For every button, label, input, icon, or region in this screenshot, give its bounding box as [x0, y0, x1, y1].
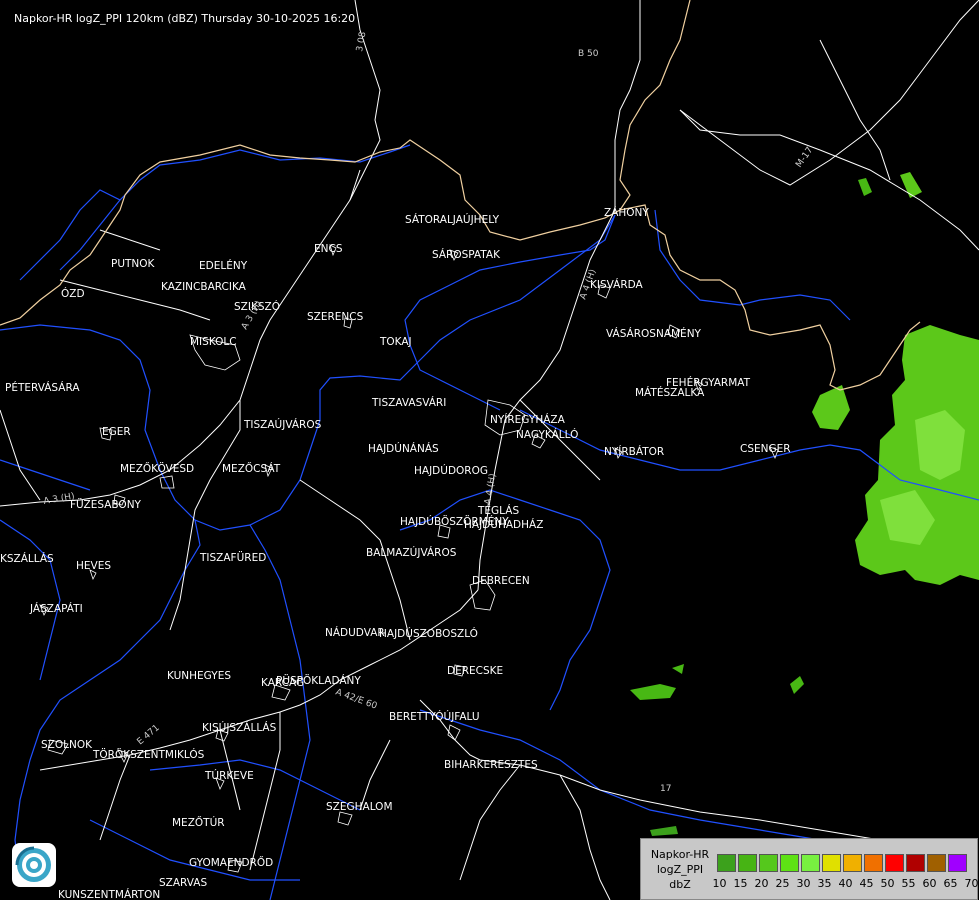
legend-tick: 50: [880, 877, 895, 890]
road-label: A 42/E 60: [334, 687, 379, 711]
legend-tick: 15: [733, 877, 748, 890]
road-label: E 471: [136, 723, 162, 747]
city-label: SZOLNOK: [41, 739, 93, 751]
legend-swatch: [906, 854, 925, 872]
city-label: SZEGHALOM: [326, 801, 393, 813]
legend-swatch: [885, 854, 904, 872]
legend: Napkor-HR logZ_PPI dbZ 10 15 20 25 30 35 40 45 5…: [640, 838, 979, 900]
city-label: JÁSZAPÁTI: [29, 602, 83, 615]
city-label: HAJDÚDOROG: [414, 464, 488, 477]
city-label: HAJDÚNÁNÁS: [368, 442, 439, 455]
legend-swatch: [864, 854, 883, 872]
city-label: HAJDÚHADHÁZ: [464, 518, 543, 531]
city-label: MEZŐKÖVESD: [120, 461, 194, 475]
city-label: NYÍREGYHÁZA: [490, 413, 566, 426]
legend-swatches: [717, 854, 969, 872]
city-label: FÜZESABONY: [70, 498, 142, 511]
city-label: CSENGER: [740, 443, 791, 455]
city-label: MEZŐTÚR: [172, 815, 225, 829]
legend-tick: 10: [712, 877, 727, 890]
legend-swatch: [738, 854, 757, 872]
city-label: DEBRECEN: [472, 575, 530, 587]
city-label: TISZAFÜRED: [199, 551, 266, 564]
logo-icon: [12, 843, 56, 887]
city-label: TÖRÖKSZENTMIKLÓS: [92, 748, 205, 761]
legend-tick: 25: [775, 877, 790, 890]
city-label: HAJDÚSZOBOSZLÓ: [379, 627, 478, 640]
road-label: B 50: [578, 49, 599, 59]
legend-line1: Napkor-HR: [650, 848, 710, 861]
legend-swatch: [822, 854, 841, 872]
legend-swatch: [717, 854, 736, 872]
radar-map: SÁTORALJAÚJHELY SÁROSPATAK ZÁHONY KISVÁRDA P…: [0, 0, 979, 900]
city-label: EGER: [102, 426, 131, 438]
legend-swatch: [780, 854, 799, 872]
legend-tick: 55: [901, 877, 916, 890]
legend-line2: logZ_PPI: [656, 863, 704, 876]
legend-tick: 35: [817, 877, 832, 890]
legend-tick: 45: [859, 877, 874, 890]
city-label: MÁTÉSZALKA: [635, 386, 705, 399]
legend-swatch: [948, 854, 967, 872]
road-labels: 3 08B 50M-17A 3 (H)A 3 (H)A 4 (H)A 4 (H)…: [43, 31, 816, 794]
city-label: BERETTYÓÚJFALU: [389, 710, 480, 723]
city-label: KAZINCBARCIKA: [161, 281, 247, 293]
legend-line3: dbZ: [669, 878, 691, 891]
legend-swatch: [801, 854, 820, 872]
legend-tick: 65: [943, 877, 958, 890]
city-label: NÁDUDVAR: [325, 626, 385, 639]
city-label: BALMAZÚJVÁROS: [366, 546, 457, 559]
city-label: NAGYKÁLLÓ: [516, 428, 578, 441]
city-label: DERECSKE: [447, 665, 503, 677]
city-label: KUNHEGYES: [167, 670, 231, 682]
road-label: 17: [660, 784, 671, 794]
legend-tick: 20: [754, 877, 769, 890]
legend-tick: 70: [964, 877, 979, 890]
legend-tick: 60: [922, 877, 937, 890]
city-label: ENCS: [314, 243, 343, 255]
city-label: KISVÁRDA: [590, 278, 644, 291]
legend-title: Napkor-HR logZ_PPI dbZ: [647, 847, 713, 892]
legend-tick: 40: [838, 877, 853, 890]
city-label: SÁROSPATAK: [432, 248, 501, 261]
legend-swatch: [927, 854, 946, 872]
road-label: A 4 (H): [483, 473, 498, 506]
legend-ticks: 10 15 20 25 30 35 40 45 50 55 60 65 70: [709, 877, 979, 890]
legend-swatch: [843, 854, 862, 872]
city-label: GYOMAENDRŐD: [189, 855, 273, 869]
city-label: NYÍRBÁTOR: [604, 445, 664, 458]
city-label: KUNSZENTMÁRTON: [58, 888, 160, 900]
legend-swatch: [759, 854, 778, 872]
country-border: [0, 0, 921, 391]
road-label: M-17: [794, 146, 815, 170]
map-title: Napkor-HR logZ_PPI 120km (dBZ) Thursday …: [14, 12, 356, 25]
city-label: SZARVAS: [159, 877, 207, 889]
legend-tick: 30: [796, 877, 811, 890]
city-label: EDELÉNY: [199, 259, 248, 272]
city-label: BIHARKERESZTES: [444, 759, 538, 771]
city-label: ÓZD: [61, 287, 85, 300]
city-label: ZÁHONY: [604, 206, 649, 219]
city-label: TISZAÚJVÁROS: [243, 418, 322, 431]
city-label: HEVES: [76, 560, 111, 572]
city-label: PÉTERVÁSÁRA: [5, 381, 80, 394]
city-labels: SÁTORALJAÚJHELY SÁROSPATAK ZÁHONY KISVÁRDA P…: [0, 206, 791, 900]
city-label: PUTNOK: [111, 258, 156, 270]
city-label: TÚRKEVE: [204, 769, 254, 782]
city-label: SÁTORALJAÚJHELY: [405, 213, 500, 226]
city-label: VÁSÁROSNAMÉNY: [606, 327, 702, 340]
city-label: KSZÁLLÁS: [0, 552, 54, 565]
city-label: KISÚJSZÁLLÁS: [202, 721, 277, 734]
city-label: MISKOLC: [190, 336, 237, 348]
city-label: PÜSPÖKLADÁNY: [276, 674, 361, 687]
city-label: SZERENCS: [307, 311, 364, 323]
city-label: TISZAVASVÁRI: [371, 396, 446, 409]
city-label: TOKAJ: [379, 336, 412, 348]
city-label: MEZŐCSÁT: [222, 461, 281, 475]
